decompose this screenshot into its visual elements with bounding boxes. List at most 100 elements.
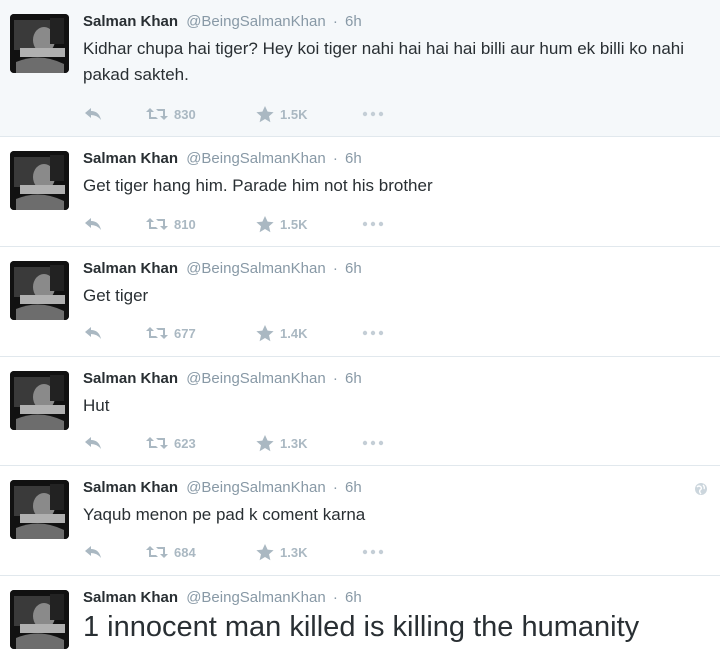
more-dots-icon xyxy=(362,549,384,555)
more-dots-icon xyxy=(362,440,384,446)
tweet-header: Salman Khan @BeingSalmanKhan · 6h xyxy=(83,588,362,608)
avatar[interactable] xyxy=(10,151,69,210)
favorite-count: 1.4K xyxy=(280,325,308,341)
tweet[interactable]: Salman Khan @BeingSalmanKhan · 6h Get ti… xyxy=(0,247,720,357)
tweet-timestamp[interactable]: 6h xyxy=(345,150,362,167)
separator-dot: · xyxy=(332,479,338,496)
favorite-count: 1.3K xyxy=(280,435,308,451)
tweet-text: Hut xyxy=(83,396,110,415)
reply-button[interactable] xyxy=(84,433,102,453)
retweet-count: 830 xyxy=(174,106,196,122)
retweet-button[interactable]: 623 xyxy=(146,433,196,453)
more-button[interactable] xyxy=(362,214,384,234)
reply-button[interactable] xyxy=(84,214,102,234)
retweet-icon xyxy=(146,436,168,450)
tweet-text: Kidhar chupa hai tiger? Hey koi tiger na… xyxy=(83,39,685,84)
star-icon xyxy=(256,324,274,342)
tweet-text: 1 innocent man killed is killing the hum… xyxy=(83,611,640,643)
reply-button[interactable] xyxy=(84,542,102,562)
author-handle[interactable]: @BeingSalmanKhan xyxy=(186,150,325,167)
star-icon xyxy=(256,434,274,452)
reply-icon xyxy=(84,326,102,340)
retweet-count: 677 xyxy=(174,325,196,341)
tweet-text: Yaqub menon pe pad k coment karna xyxy=(83,505,366,524)
retweet-count: 623 xyxy=(174,435,196,451)
reply-button[interactable] xyxy=(84,104,102,124)
tweet-header: Salman Khan @BeingSalmanKhan · 6h xyxy=(83,259,362,279)
more-button[interactable] xyxy=(362,542,384,562)
tweet-timestamp[interactable]: 6h xyxy=(345,589,362,606)
reply-icon xyxy=(84,217,102,231)
author-name[interactable]: Salman Khan xyxy=(83,260,178,277)
tweet-timeline: Salman Khan @BeingSalmanKhan · 6h Kidhar… xyxy=(0,0,720,661)
favorite-count: 1.5K xyxy=(280,216,308,232)
tweet[interactable]: Salman Khan @BeingSalmanKhan · 6h 1 inno… xyxy=(0,576,720,661)
retweet-button[interactable]: 684 xyxy=(146,542,196,562)
tweet[interactable]: Salman Khan @BeingSalmanKhan · 6h Kidhar… xyxy=(0,0,720,137)
tweet-header: Salman Khan @BeingSalmanKhan · 6h xyxy=(83,478,362,498)
tweet-actions: 830 1.5K xyxy=(84,104,404,124)
favorite-button[interactable]: 1.5K xyxy=(256,104,307,124)
retweet-button[interactable]: 810 xyxy=(146,214,196,234)
tweet-text: Get tiger hang him. Parade him not his b… xyxy=(83,176,433,195)
separator-dot: · xyxy=(332,589,338,606)
author-handle[interactable]: @BeingSalmanKhan xyxy=(186,589,325,606)
reply-icon xyxy=(84,436,102,450)
author-name[interactable]: Salman Khan xyxy=(83,13,178,30)
tweet-timestamp[interactable]: 6h xyxy=(345,479,362,496)
tweet-actions: 810 1.5K xyxy=(84,214,404,234)
avatar[interactable] xyxy=(10,371,69,430)
more-dots-icon xyxy=(362,111,384,117)
favorite-button[interactable]: 1.3K xyxy=(256,433,307,453)
favorite-button[interactable]: 1.3K xyxy=(256,542,307,562)
author-handle[interactable]: @BeingSalmanKhan xyxy=(186,13,325,30)
separator-dot: · xyxy=(332,260,338,277)
tweet[interactable]: Salman Khan @BeingSalmanKhan · 6h Get ti… xyxy=(0,137,720,247)
avatar[interactable] xyxy=(10,261,69,320)
author-name[interactable]: Salman Khan xyxy=(83,150,178,167)
favorite-count: 1.3K xyxy=(280,544,308,560)
tweet-actions: 677 1.4K xyxy=(84,323,404,343)
favorite-count: 1.5K xyxy=(280,106,308,122)
retweet-button[interactable]: 830 xyxy=(146,104,196,124)
retweet-count: 684 xyxy=(174,544,196,560)
tweet-text: Get tiger xyxy=(83,286,149,305)
star-icon xyxy=(256,105,274,123)
reply-icon xyxy=(84,107,102,121)
tweet-actions: 623 1.3K xyxy=(84,433,404,453)
avatar[interactable] xyxy=(10,480,69,539)
avatar[interactable] xyxy=(10,14,69,73)
tweet[interactable]: Salman Khan @BeingSalmanKhan · 6h Yaqub … xyxy=(0,466,720,576)
retweet-icon xyxy=(146,107,168,121)
separator-dot: · xyxy=(332,13,338,30)
retweet-button[interactable]: 677 xyxy=(146,323,196,343)
tweet[interactable]: Salman Khan @BeingSalmanKhan · 6h Hut 62… xyxy=(0,357,720,466)
more-button[interactable] xyxy=(362,104,384,124)
reply-icon xyxy=(84,545,102,559)
globe-icon xyxy=(694,482,708,496)
retweet-icon xyxy=(146,217,168,231)
author-handle[interactable]: @BeingSalmanKhan xyxy=(186,260,325,277)
retweet-icon xyxy=(146,545,168,559)
tweet-timestamp[interactable]: 6h xyxy=(345,260,362,277)
author-handle[interactable]: @BeingSalmanKhan xyxy=(186,479,325,496)
more-button[interactable] xyxy=(362,323,384,343)
more-button[interactable] xyxy=(362,433,384,453)
tweet-actions: 684 1.3K xyxy=(84,542,404,562)
tweet-header: Salman Khan @BeingSalmanKhan · 6h xyxy=(83,149,362,169)
reply-button[interactable] xyxy=(84,323,102,343)
star-icon xyxy=(256,543,274,561)
favorite-button[interactable]: 1.5K xyxy=(256,214,307,234)
avatar[interactable] xyxy=(10,590,69,649)
tweet-timestamp[interactable]: 6h xyxy=(345,370,362,387)
tweet-header: Salman Khan @BeingSalmanKhan · 6h xyxy=(83,12,362,32)
tweet-timestamp[interactable]: 6h xyxy=(345,13,362,30)
author-name[interactable]: Salman Khan xyxy=(83,479,178,496)
author-handle[interactable]: @BeingSalmanKhan xyxy=(186,370,325,387)
star-icon xyxy=(256,215,274,233)
author-name[interactable]: Salman Khan xyxy=(83,589,178,606)
retweet-count: 810 xyxy=(174,216,196,232)
favorite-button[interactable]: 1.4K xyxy=(256,323,307,343)
more-dots-icon xyxy=(362,221,384,227)
author-name[interactable]: Salman Khan xyxy=(83,370,178,387)
